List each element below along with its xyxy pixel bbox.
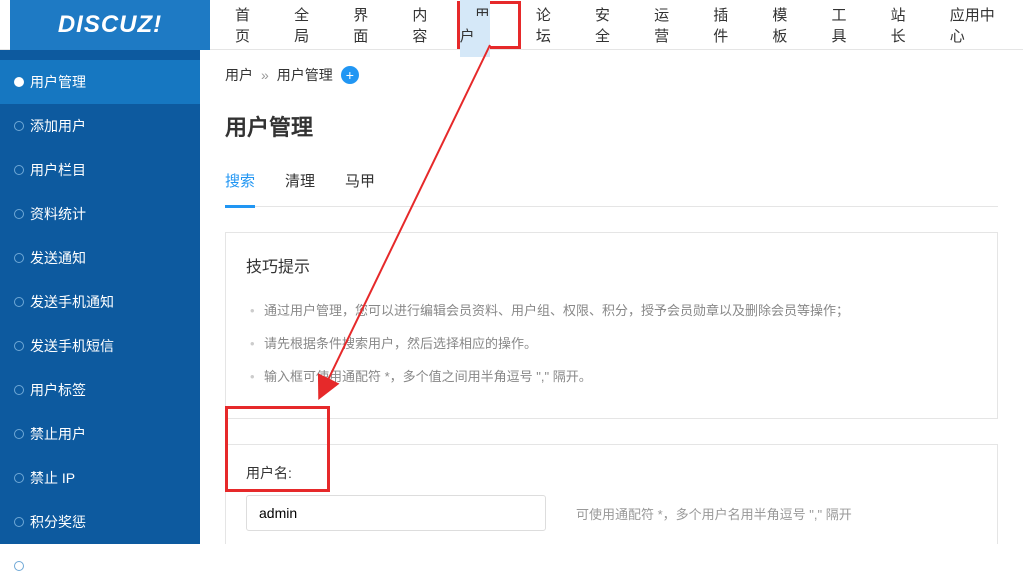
sidebar-item-5[interactable]: 发送手机通知 <box>0 280 200 324</box>
sidebar-item-3[interactable]: 资料统计 <box>0 192 200 236</box>
sub-tab-2[interactable]: 马甲 <box>345 170 375 206</box>
nav-item-7[interactable]: 运营 <box>639 0 698 58</box>
sidebar-item-9[interactable]: 禁止 IP <box>0 456 200 500</box>
tips-box: 技巧提示 通过用户管理，您可以进行编辑会员资料、用户组、权限、积分，授予会员勋章… <box>225 232 998 419</box>
nav-item-8[interactable]: 插件 <box>698 0 757 58</box>
sub-tabs: 搜索清理马甲 <box>225 170 998 207</box>
sub-tab-1[interactable]: 清理 <box>285 170 315 206</box>
annotation-highlight-nav: 用户 <box>457 1 521 49</box>
breadcrumb-sep: » <box>261 67 269 83</box>
nav-item-12[interactable]: 应用中心 <box>935 0 1023 58</box>
sidebar-item-7[interactable]: 用户标签 <box>0 368 200 412</box>
tips-item: 请先根据条件搜索用户，然后选择相应的操作。 <box>246 328 977 361</box>
sidebar-item-2[interactable]: 用户栏目 <box>0 148 200 192</box>
page-title: 用户管理 <box>225 110 998 142</box>
breadcrumb-root[interactable]: 用户 <box>225 65 253 85</box>
sidebar-item-8[interactable]: 禁止用户 <box>0 412 200 456</box>
search-form: 用户名: 可使用通配符 *，多个用户名用半角逗号 "," 隔开 用户 UID: <box>225 444 998 544</box>
sidebar-item-1[interactable]: 添加用户 <box>0 104 200 148</box>
tips-title: 技巧提示 <box>246 253 977 277</box>
username-label: 用户名: <box>246 463 977 483</box>
top-nav: 首页全局界面内容用户论坛安全运营插件模板工具站长应用中心 <box>220 0 1023 58</box>
nav-item-2[interactable]: 界面 <box>338 0 397 58</box>
username-input[interactable] <box>246 495 546 531</box>
nav-item-11[interactable]: 站长 <box>876 0 935 58</box>
sidebar-item-6[interactable]: 发送手机短信 <box>0 324 200 368</box>
logo: DISCUZ! <box>10 0 210 50</box>
tips-item: 输入框可使用通配符 *，多个值之间用半角逗号 "," 隔开。 <box>246 361 977 394</box>
breadcrumb: 用户 » 用户管理 + <box>225 65 998 85</box>
nav-item-6[interactable]: 安全 <box>580 0 639 58</box>
nav-item-5[interactable]: 论坛 <box>521 0 580 58</box>
sidebar-item-10[interactable]: 积分奖惩 <box>0 500 200 544</box>
nav-item-3[interactable]: 内容 <box>397 0 456 58</box>
username-hint: 可使用通配符 *，多个用户名用半角逗号 "," 隔开 <box>576 504 852 523</box>
sidebar-item-4[interactable]: 发送通知 <box>0 236 200 280</box>
content-area: 用户 » 用户管理 + 用户管理 搜索清理马甲 技巧提示 通过用户管理，您可以进… <box>200 50 1023 544</box>
sidebar-item-11[interactable]: 审核用户 <box>0 544 200 588</box>
nav-item-1[interactable]: 全局 <box>279 0 338 58</box>
tips-item: 通过用户管理，您可以进行编辑会员资料、用户组、权限、积分，授予会员勋章以及删除会… <box>246 295 977 328</box>
sidebar-item-0[interactable]: 用户管理 <box>0 60 200 104</box>
breadcrumb-current: 用户管理 <box>277 65 333 85</box>
plus-icon[interactable]: + <box>341 66 359 84</box>
nav-item-0[interactable]: 首页 <box>220 0 279 58</box>
nav-item-9[interactable]: 模板 <box>757 0 816 58</box>
sidebar: 用户管理添加用户用户栏目资料统计发送通知发送手机通知发送手机短信用户标签禁止用户… <box>0 50 200 544</box>
nav-item-4[interactable]: 用户 <box>460 0 490 57</box>
sub-tab-0[interactable]: 搜索 <box>225 170 255 208</box>
nav-item-10[interactable]: 工具 <box>817 0 876 58</box>
